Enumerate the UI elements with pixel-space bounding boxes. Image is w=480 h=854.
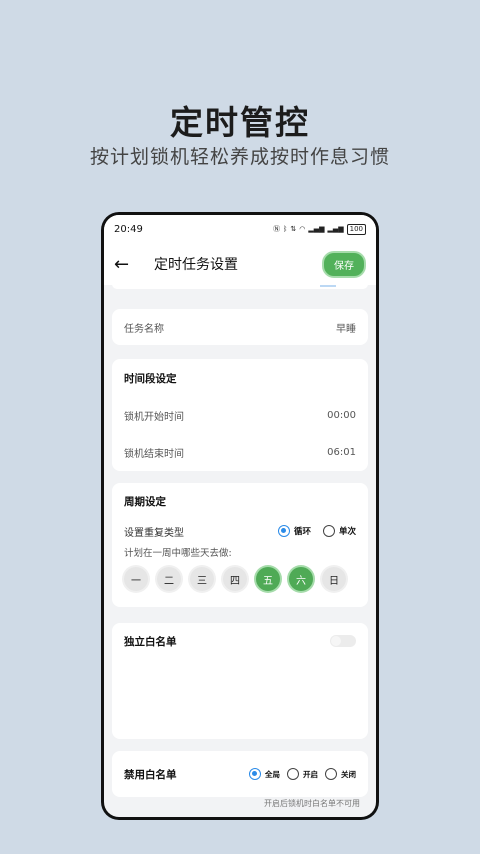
days-prompt: 计划在一周中哪些天去做: bbox=[124, 548, 232, 559]
day-thu[interactable]: 四 bbox=[223, 567, 247, 591]
lock-end-time-row[interactable]: 锁机结束时间 06:01 bbox=[112, 434, 368, 471]
status-icons: Ⓝ ᛒ ⇅ ◠ ▂▄▆ ▂▄▆ 100 bbox=[273, 223, 366, 235]
partial-card bbox=[112, 279, 368, 289]
back-arrow-icon[interactable]: ← bbox=[114, 254, 144, 275]
day-selector: 一 二 三 四 五 六 日 bbox=[112, 567, 368, 591]
lock-end-value[interactable]: 06:01 bbox=[327, 447, 356, 458]
battery-icon: 100 bbox=[346, 223, 366, 235]
day-sat[interactable]: 六 bbox=[289, 567, 313, 591]
disable-option-global-label: 全局 bbox=[265, 769, 280, 779]
repeat-option-loop-label: 循环 bbox=[293, 527, 311, 537]
whitelist-heading: 独立白名单 bbox=[124, 635, 177, 648]
nfc-icon: Ⓝ bbox=[273, 225, 281, 233]
page-title: 定时任务设置 bbox=[154, 257, 238, 273]
time-period-heading: 时间段设定 bbox=[124, 372, 177, 385]
disable-option-on[interactable]: 开启 bbox=[287, 768, 318, 780]
radio-global[interactable] bbox=[249, 768, 261, 780]
disable-option-on-label: 开启 bbox=[303, 769, 318, 779]
content-area[interactable]: 任务名称 早睡 时间段设定 锁机开始时间 00:00 锁机结束时间 06:01 bbox=[104, 279, 376, 817]
lock-start-label: 锁机开始时间 bbox=[124, 412, 184, 423]
cycle-card: 周期设定 设置重复类型 循环 单次 计划在一周中哪些天去做: 一 二 三 四 五… bbox=[112, 483, 368, 607]
task-name-row[interactable]: 任务名称 早睡 bbox=[112, 309, 368, 345]
repeat-type-row: 设置重复类型 循环 单次 bbox=[112, 519, 368, 543]
status-time: 20:49 bbox=[114, 223, 143, 235]
bluetooth-icon: ᛒ bbox=[283, 225, 288, 233]
disable-option-global[interactable]: 全局 bbox=[249, 768, 280, 780]
day-fri[interactable]: 五 bbox=[256, 567, 280, 591]
disable-option-off[interactable]: 关闭 bbox=[325, 768, 356, 780]
status-bar: 20:49 Ⓝ ᛒ ⇅ ◠ ▂▄▆ ▂▄▆ 100 bbox=[104, 215, 376, 243]
day-wed[interactable]: 三 bbox=[190, 567, 214, 591]
promo-subtitle: 按计划锁机轻松养成按时作息习惯 bbox=[89, 146, 390, 168]
scroll-indicator bbox=[320, 285, 336, 287]
promo-title: 定时管控 bbox=[170, 103, 310, 142]
radio-once[interactable] bbox=[322, 525, 335, 537]
disable-whitelist-heading: 禁用白名单 bbox=[124, 768, 177, 781]
signal-icon-2: ▂▄▆ bbox=[327, 225, 344, 233]
disable-option-off-label: 关闭 bbox=[341, 769, 356, 779]
time-period-card: 时间段设定 锁机开始时间 00:00 锁机结束时间 06:01 bbox=[112, 359, 368, 471]
day-sun[interactable]: 日 bbox=[322, 567, 346, 591]
day-tue[interactable]: 二 bbox=[157, 567, 181, 591]
repeat-option-once-label: 单次 bbox=[338, 527, 356, 537]
whitelist-toggle[interactable] bbox=[330, 635, 356, 647]
whitelist-card: 独立白名单 bbox=[112, 623, 368, 739]
network-speed-icon: ⇅ bbox=[290, 225, 297, 233]
disable-whitelist-card: 禁用白名单 全局 开启 关闭 bbox=[112, 751, 368, 797]
days-prompt-row: 计划在一周中哪些天去做: bbox=[112, 543, 368, 561]
radio-loop[interactable] bbox=[277, 525, 290, 537]
task-name-value[interactable]: 早睡 bbox=[336, 320, 356, 335]
repeat-option-loop[interactable]: 循环 bbox=[277, 525, 311, 537]
save-button[interactable]: 保存 bbox=[322, 250, 366, 278]
signal-icon: ▂▄▆ bbox=[308, 225, 325, 233]
cycle-heading: 周期设定 bbox=[124, 495, 166, 508]
disable-whitelist-note: 开启后锁机时白名单不可用 bbox=[264, 799, 360, 808]
wifi-icon: ◠ bbox=[299, 225, 306, 233]
radio-off[interactable] bbox=[325, 768, 337, 780]
day-mon[interactable]: 一 bbox=[124, 567, 148, 591]
lock-start-time-row[interactable]: 锁机开始时间 00:00 bbox=[112, 397, 368, 434]
repeat-option-once[interactable]: 单次 bbox=[322, 525, 356, 537]
phone-screen: 20:49 Ⓝ ᛒ ⇅ ◠ ▂▄▆ ▂▄▆ 100 ← 定时任务设置 保存 任务… bbox=[104, 215, 376, 817]
task-name-label: 任务名称 bbox=[124, 323, 164, 335]
repeat-type-label: 设置重复类型 bbox=[124, 527, 184, 539]
lock-start-value[interactable]: 00:00 bbox=[327, 410, 356, 421]
lock-end-label: 锁机结束时间 bbox=[124, 449, 184, 460]
radio-on[interactable] bbox=[287, 768, 299, 780]
phone-frame: 20:49 Ⓝ ᛒ ⇅ ◠ ▂▄▆ ▂▄▆ 100 ← 定时任务设置 保存 任务… bbox=[101, 212, 379, 820]
